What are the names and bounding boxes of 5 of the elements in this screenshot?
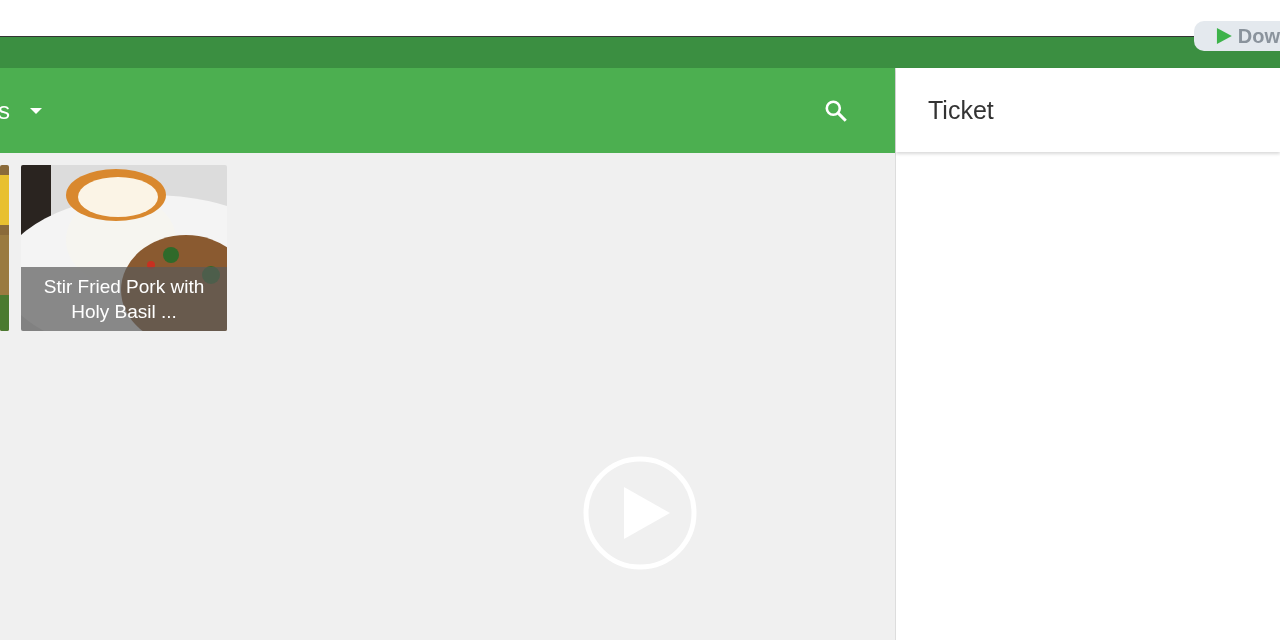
play-icon: [1214, 26, 1234, 46]
caret-icon[interactable]: [30, 107, 42, 114]
dish-name: Stir Fried Pork with Holy Basil ...: [21, 267, 227, 331]
ticket-title: Ticket: [928, 95, 994, 125]
dish-card[interactable]: Stir Fried Pork with Holy Basil ...: [21, 165, 227, 331]
